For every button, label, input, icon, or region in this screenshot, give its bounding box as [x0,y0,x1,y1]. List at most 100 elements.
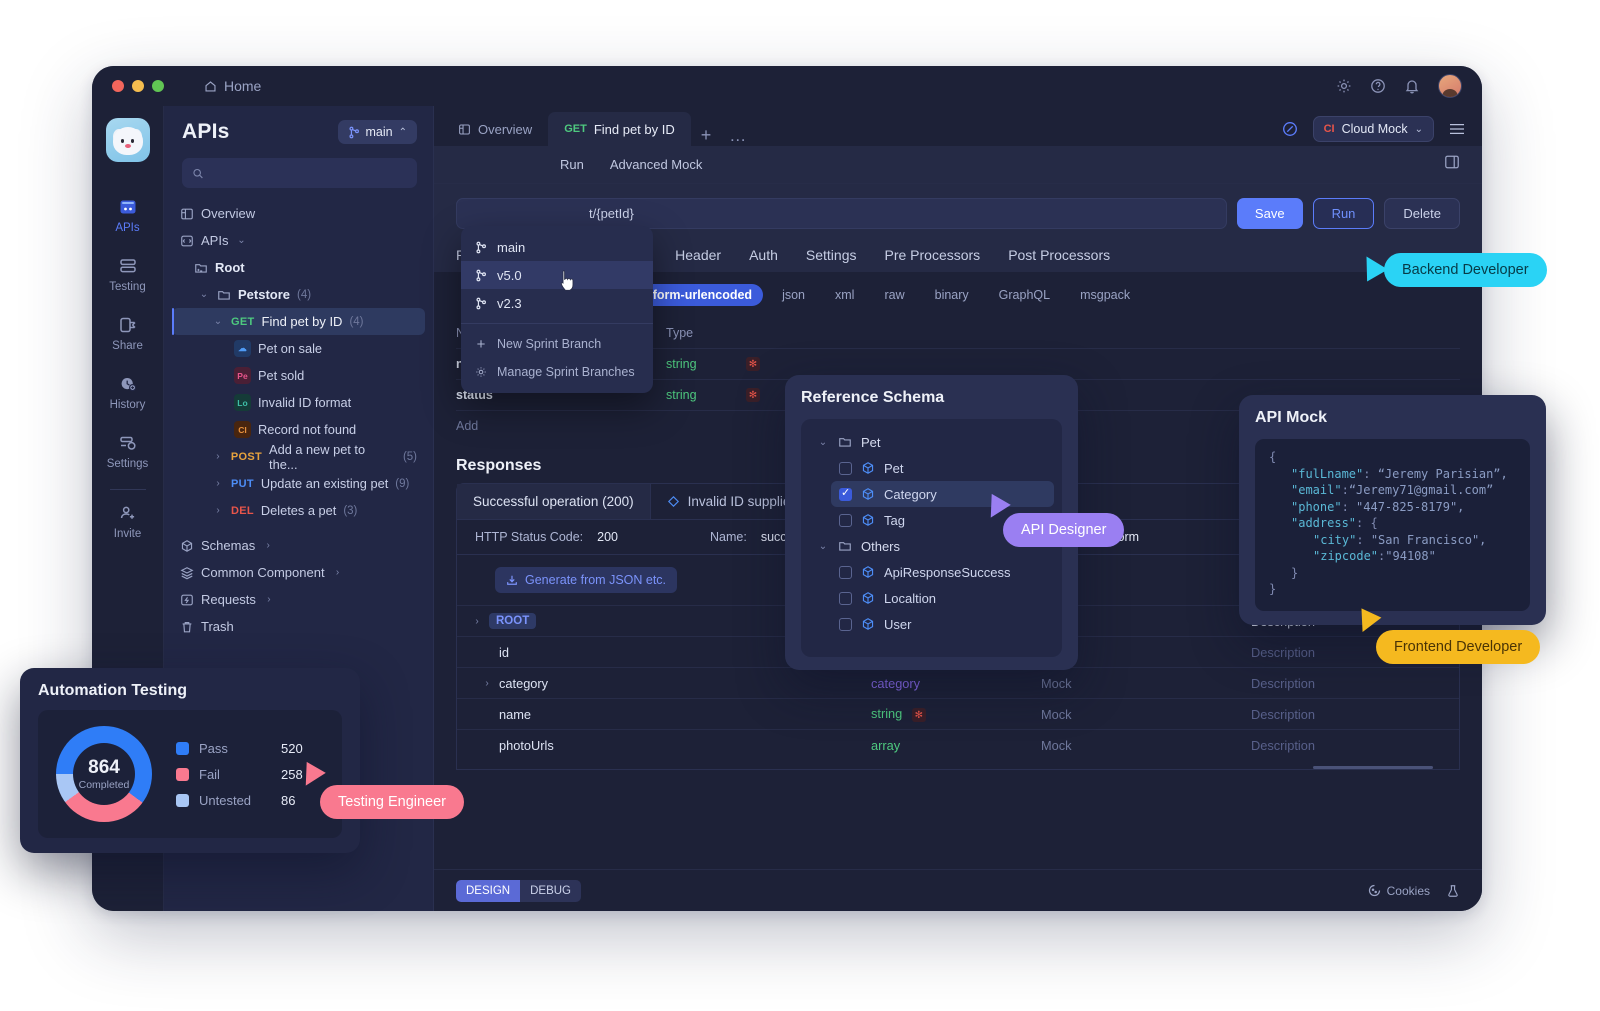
description-cell[interactable]: Description [1251,738,1315,753]
chevron-right-icon[interactable]: › [471,616,483,627]
body-type-xml[interactable]: xml [824,284,865,306]
rail-item-settings[interactable]: Settings [92,422,163,481]
rail-item-apis[interactable]: APIs [92,186,163,245]
description-cell[interactable]: Description [1251,676,1315,691]
chevron-right-icon[interactable]: › [212,451,224,462]
body-type-json[interactable]: json [771,284,816,306]
gear-icon[interactable] [1336,78,1352,94]
rail-item-testing[interactable]: Testing [92,245,163,304]
checkbox[interactable] [839,591,852,605]
branch-option-v23[interactable]: v2.3 [461,289,653,317]
tab-header[interactable]: Header [675,247,721,272]
mock-cell[interactable]: Mock [1041,738,1251,753]
mock-env-selector[interactable]: CI Cloud Mock ⌄ [1312,116,1434,142]
window-controls[interactable] [112,80,164,92]
checkbox[interactable] [839,513,852,527]
chevron-right-icon[interactable]: › [481,678,493,689]
schema-item-user[interactable]: User [831,611,1054,637]
hamburger-icon[interactable] [1448,122,1466,136]
rail-item-share[interactable]: Share [92,304,163,363]
body-type-msgpack[interactable]: msgpack [1069,284,1141,306]
description-cell[interactable]: Description [1251,707,1315,722]
minimize-icon[interactable] [132,80,144,92]
chevron-right-icon[interactable]: › [212,478,224,489]
tree-endpoint-put[interactable]: › PUT Update an existing pet (9) [172,470,425,497]
rail-item-invite[interactable]: Invite [92,492,163,551]
manage-sprint-branches-button[interactable]: Manage Sprint Branches [461,358,653,386]
chevron-down-icon[interactable]: ⌄ [817,541,829,552]
tree-endpoint-selected[interactable]: ⌄ GET Find pet by ID (4) [172,308,425,335]
tree-case[interactable]: Pe Pet sold [172,362,425,389]
horizontal-scrollbar[interactable] [1313,766,1433,769]
maximize-icon[interactable] [152,80,164,92]
tree-case[interactable]: CI Record not found [172,416,425,443]
schema-item-apiresponsesuccess[interactable]: ApiResponseSuccess [831,559,1054,585]
checkbox[interactable] [839,461,852,475]
description-cell[interactable]: Description [1251,645,1315,660]
checkbox[interactable] [839,617,852,631]
sidebar-item-overview[interactable]: Overview [172,200,425,227]
subtab-advanced-mock[interactable]: Advanced Mock [610,157,703,172]
new-sprint-branch-button[interactable]: + New Sprint Branch [461,330,653,358]
branch-dropdown-menu[interactable]: main v5.0 v2.3 + New Sprint Branch Manag… [461,226,653,393]
help-icon[interactable] [1370,78,1386,94]
delete-button[interactable]: Delete [1384,198,1460,229]
subtab-run[interactable]: Run [560,157,584,172]
search-box[interactable] [182,158,417,188]
chevron-right-icon[interactable]: › [212,505,224,516]
run-button[interactable]: Run [1312,198,1375,229]
chevron-down-icon[interactable]: ⌄ [817,437,829,448]
branch-selector[interactable]: main ⌃ [337,120,417,144]
workspace-logo[interactable] [105,118,150,162]
table-row[interactable]: photoUrls array Mock Description [457,729,1459,760]
table-row[interactable]: › category category Mock Description [457,667,1459,698]
body-type-raw[interactable]: raw [873,284,915,306]
sync-icon[interactable] [1281,120,1299,138]
tab-more-button[interactable]: … [721,126,755,146]
tree-root[interactable]: Root [172,254,425,281]
design-button[interactable]: DESIGN [456,879,521,902]
tab-pre-processors[interactable]: Pre Processors [884,247,980,272]
checkbox[interactable] [839,565,852,579]
branch-option-v50[interactable]: v5.0 [461,261,653,289]
tree-endpoint-post[interactable]: › POST Add a new pet to the... (5) [172,442,425,472]
body-type-binary[interactable]: binary [924,284,980,306]
tab-overview[interactable]: Overview [442,112,548,146]
design-debug-toggle[interactable]: DESIGN DEBUG [456,879,581,902]
response-tab-success[interactable]: Successful operation (200) [457,484,650,519]
tree-endpoint-del[interactable]: › DEL Deletes a pet (3) [172,497,425,524]
sidebar-item-schemas[interactable]: Schemas › [172,532,425,559]
url-input[interactable]: t/{petId} [456,198,1227,229]
save-button[interactable]: Save [1236,198,1303,229]
schema-item-localtion[interactable]: Localtion [831,585,1054,611]
sidebar-item-common-component[interactable]: Common Component › [172,559,425,586]
table-row[interactable]: name string ✻ Mock Description [457,698,1459,729]
schema-item-category[interactable]: Category [831,481,1054,507]
panel-toggle[interactable] [1444,154,1460,175]
tab-find-pet-by-id[interactable]: GET Find pet by ID [548,112,691,146]
close-icon[interactable] [112,80,124,92]
tab-settings[interactable]: Settings [806,247,857,272]
schema-item-pet[interactable]: Pet [831,455,1054,481]
tree-case[interactable]: ☁ Pet on sale [172,335,425,362]
add-tab-button[interactable]: + [691,125,722,146]
tree-case[interactable]: Lo Invalid ID format [172,389,425,416]
mock-cell[interactable]: Mock [1041,676,1251,691]
home-tab[interactable]: Home [192,74,273,98]
cookies-button[interactable]: Cookies [1368,884,1430,898]
chevron-down-icon[interactable]: ⌄ [198,289,210,300]
body-type-graphql[interactable]: GraphQL [988,284,1061,306]
search-input[interactable] [210,166,407,180]
chevron-down-icon[interactable]: ⌄ [212,316,224,327]
bell-icon[interactable] [1404,78,1420,94]
tab-post-processors[interactable]: Post Processors [1008,247,1110,272]
mock-cell[interactable]: Mock [1041,707,1251,722]
tree-folder-petstore[interactable]: ⌄ Petstore (4) [172,281,425,308]
sidebar-item-requests[interactable]: Requests › [172,586,425,613]
avatar[interactable] [1438,74,1462,98]
flask-icon[interactable] [1446,884,1460,898]
sidebar-item-trash[interactable]: Trash [172,613,425,640]
branch-option-main[interactable]: main [461,233,653,261]
generate-from-json-button[interactable]: Generate from JSON etc. [495,567,678,593]
checkbox[interactable] [839,486,852,501]
